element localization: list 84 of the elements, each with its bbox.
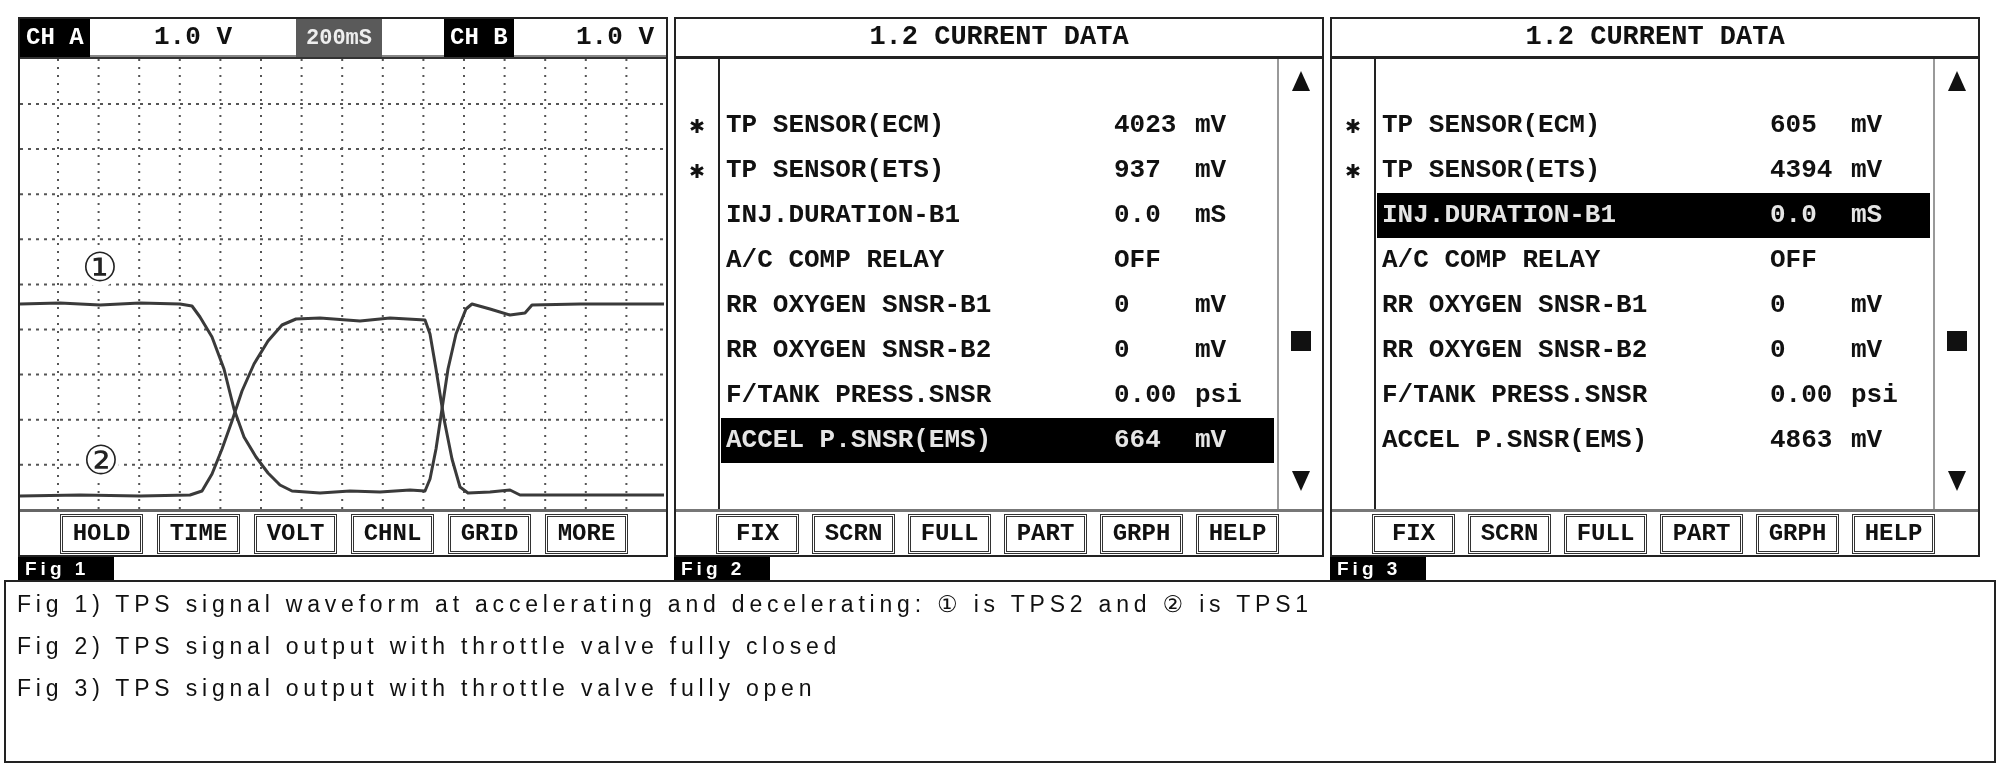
parameter-name: TP SENSOR(ECM) [1382, 110, 1601, 140]
channel-label: CH A [20, 19, 90, 57]
figure-label: Fig 3 [1330, 557, 1426, 580]
parameter-unit: mV [1195, 289, 1227, 322]
parameter-name: TP SENSOR(ETS) [1382, 155, 1601, 185]
parameter-name: TP SENSOR(ECM) [726, 110, 945, 140]
parameter-unit: mV [1851, 154, 1883, 187]
parameter-value: OFF [1114, 245, 1161, 275]
scroll-up-icon[interactable] [1291, 71, 1310, 91]
parameter-unit: mV [1851, 334, 1883, 367]
parameter-name: TP SENSOR(ETS) [726, 155, 945, 185]
caption-line: Fig 2) TPS signal output with throttle valve fully closed [17, 632, 842, 661]
parameter-value: 0 [1770, 335, 1786, 365]
scroll-up-icon[interactable] [1947, 71, 1966, 91]
softkey-button[interactable]: PART [1004, 513, 1087, 554]
parameter-value: 0 [1770, 290, 1786, 320]
parameter-unit: mV [1195, 424, 1227, 457]
parameter-name: RR OXYGEN SNSR-B1 [1382, 290, 1648, 320]
parameter-unit: psi [1851, 379, 1898, 412]
parameter-name: INJ.DURATION-B1 [1382, 200, 1617, 230]
softkey-button[interactable]: SCRN [812, 513, 895, 554]
scroll-down-icon[interactable] [1947, 471, 1966, 491]
parameter-value: OFF [1770, 245, 1817, 275]
parameter-name: INJ.DURATION-B1 [726, 200, 961, 230]
softkey-button[interactable]: GRID [448, 513, 531, 554]
parameter-name: A/C COMP RELAY [1382, 245, 1601, 275]
parameter-name: F/TANK PRESS.SNSR [1382, 380, 1648, 410]
softkey-button[interactable]: VOLT [254, 513, 337, 554]
softkey-button[interactable]: PART [1660, 513, 1743, 554]
parameter-value: 4863 [1770, 425, 1833, 455]
parameter-name: ACCEL P.SNSR(EMS) [1382, 425, 1648, 455]
softkey-button[interactable]: FIX [1372, 513, 1455, 554]
softkey-button[interactable]: FULL [1564, 513, 1647, 554]
parameter-value: 937 [1114, 155, 1161, 185]
parameter-unit: mV [1195, 154, 1227, 187]
parameter-value: 0.00 [1114, 380, 1177, 410]
parameter-name: RR OXYGEN SNSR-B2 [726, 335, 992, 365]
parameter-unit: psi [1195, 379, 1242, 412]
parameter-value: 4394 [1770, 155, 1833, 185]
parameter-value: 664 [1114, 425, 1161, 455]
data-row[interactable]: INJ.DURATION-B1 0.0 mS [1377, 193, 1930, 238]
parameter-value: 0.0 [1114, 200, 1161, 230]
softkey-button[interactable]: FIX [716, 513, 799, 554]
parameter-value: 4023 [1114, 110, 1177, 140]
softkey-button[interactable]: FULL [908, 513, 991, 554]
softkey-button[interactable]: GRPH [1756, 513, 1839, 554]
parameter-unit: mV [1851, 109, 1883, 142]
caption-line: Fig 1) TPS signal waveform at accelerating and decelerating: ① is TPS2 and ② is TPS1 [17, 590, 1313, 619]
parameter-value: 0.00 [1770, 380, 1833, 410]
parameter-unit: mV [1195, 334, 1227, 367]
softkey-button[interactable]: HELP [1196, 513, 1279, 554]
scroll-down-icon[interactable] [1291, 471, 1310, 491]
parameter-unit: mS [1195, 199, 1227, 232]
parameter-name: ACCEL P.SNSR(EMS) [726, 425, 992, 455]
screen-title: 1.2 CURRENT DATA [1525, 21, 1785, 55]
softkey-button[interactable]: GRPH [1100, 513, 1183, 554]
parameter-name: A/C COMP RELAY [726, 245, 945, 275]
softkey-button[interactable]: SCRN [1468, 513, 1551, 554]
timebase-readout: 200mS [296, 19, 382, 57]
softkey-button[interactable]: CHNL [351, 513, 434, 554]
parameter-unit: mV [1195, 109, 1227, 142]
scrollbar-thumb[interactable] [1946, 331, 1967, 351]
softkey-button[interactable]: HOLD [60, 513, 143, 554]
parameter-unit: mV [1851, 424, 1883, 457]
screen-title: 1.2 CURRENT DATA [869, 21, 1129, 55]
parameter-unit: mS [1851, 199, 1883, 232]
parameter-name: F/TANK PRESS.SNSR [726, 380, 992, 410]
caption-line: Fig 3) TPS signal output with throttle valve fully open [17, 674, 817, 703]
channel-label: CH B [444, 19, 514, 57]
figure-label: Fig 1 [18, 557, 114, 580]
parameter-value: 0 [1114, 335, 1130, 365]
figure-label: Fig 2 [674, 557, 770, 580]
softkey-button[interactable]: TIME [157, 513, 240, 554]
scrollbar-thumb[interactable] [1290, 331, 1311, 351]
trace-label: ② [83, 440, 119, 480]
data-row[interactable]: ACCEL P.SNSR(EMS) 664 mV [721, 418, 1274, 463]
softkey-button[interactable]: MORE [545, 513, 628, 554]
parameter-value: 0 [1114, 290, 1130, 320]
parameter-name: RR OXYGEN SNSR-B2 [1382, 335, 1648, 365]
parameter-value: 0.0 [1770, 200, 1817, 230]
parameter-unit: mV [1851, 289, 1883, 322]
softkey-button[interactable]: HELP [1852, 513, 1935, 554]
parameter-value: 605 [1770, 110, 1817, 140]
parameter-name: RR OXYGEN SNSR-B1 [726, 290, 992, 320]
